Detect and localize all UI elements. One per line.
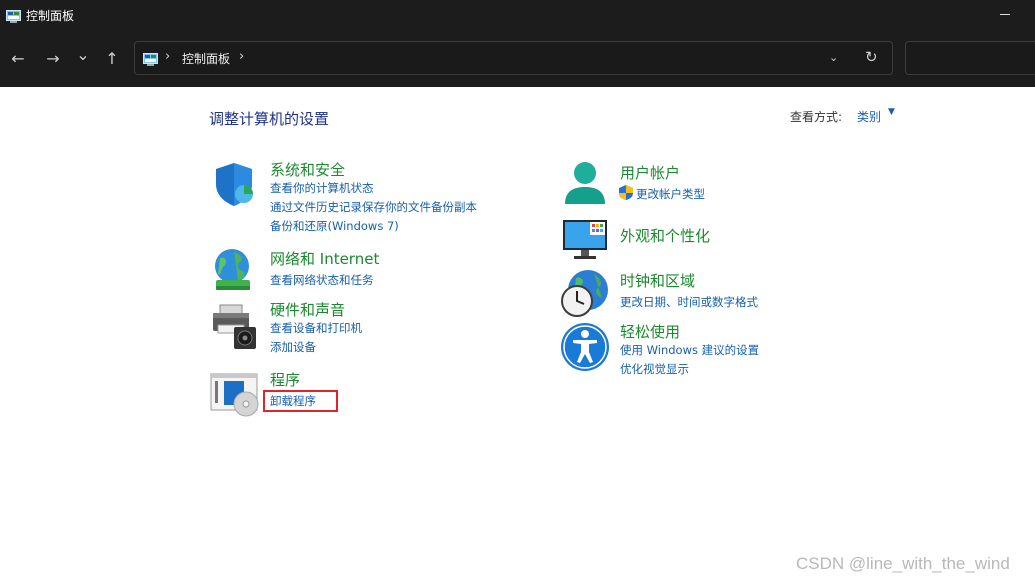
breadcrumb-control-panel[interactable]: 控制面板 [182,50,230,67]
category-network-internet[interactable]: 网络和 Internet [270,248,379,269]
link-recommended-settings[interactable]: 使用 Windows 建议的设置 [620,342,759,358]
category-system-security[interactable]: 系统和安全 [270,159,345,180]
category-appearance-personalization[interactable]: 外观和个性化 [620,225,710,246]
security-shield-icon[interactable] [210,160,258,212]
link-devices-printers[interactable]: 查看设备和打印机 [270,320,362,336]
user-accounts-icon[interactable] [561,160,609,212]
category-ease-of-access[interactable]: 轻松使用 [620,321,680,342]
link-file-history-backup[interactable]: 通过文件历史记录保存你的文件备份副本 [270,199,477,215]
link-optimize-visual-display[interactable]: 优化视觉显示 [620,361,689,377]
title-bar: 控制面板 [0,0,1035,30]
page-heading: 调整计算机的设置 [209,110,330,128]
link-change-account-type[interactable]: 更改帐户类型 [636,186,705,202]
control-panel-icon [143,51,158,70]
forward-button[interactable]: → [43,49,63,69]
monitor-personalization-icon[interactable] [562,218,610,264]
up-button[interactable]: ↑ [102,49,122,69]
programs-disc-icon[interactable] [210,372,262,422]
link-change-date-time-format[interactable]: 更改日期、时间或数字格式 [620,294,758,310]
accessibility-icon[interactable] [560,322,610,376]
address-bar[interactable]: › 控制面板 › ⌄ ↻ [134,41,893,75]
link-view-computer-status[interactable]: 查看你的计算机状态 [270,180,374,196]
back-button[interactable]: ← [8,49,28,69]
category-clock-region[interactable]: 时钟和区域 [620,270,695,291]
minimize-button[interactable] [1000,14,1010,15]
navigation-bar: ← → ⌄ ↑ › 控制面板 › ⌄ ↻ [0,30,1035,87]
watermark-text: CSDN @line_with_the_wind [796,554,1010,573]
search-input[interactable] [905,41,1035,75]
network-globe-icon[interactable] [210,246,258,298]
clock-globe-icon[interactable] [560,268,610,322]
dropdown-caret-icon[interactable]: ▼ [888,107,895,117]
link-add-device[interactable]: 添加设备 [270,339,316,355]
category-programs[interactable]: 程序 [270,369,300,390]
category-user-accounts[interactable]: 用户帐户 [620,162,680,183]
view-by-dropdown[interactable]: 类别 [857,108,881,125]
link-backup-restore[interactable]: 备份和还原(Windows 7) [270,218,399,234]
breadcrumb-separator[interactable]: › [239,49,244,64]
refresh-button[interactable]: ↻ [865,48,878,66]
category-hardware-sound[interactable]: 硬件和声音 [270,299,345,320]
breadcrumb-separator[interactable]: › [165,49,170,64]
uac-shield-icon [619,185,633,204]
printer-speaker-icon[interactable] [210,301,260,355]
link-view-network-status[interactable]: 查看网络状态和任务 [270,272,374,288]
address-history-dropdown[interactable]: ⌄ [829,51,838,64]
window-title: 控制面板 [26,9,75,23]
view-by-label: 查看方式: [790,110,843,124]
recent-locations-button[interactable]: ⌄ [73,45,93,65]
control-panel-icon [6,8,21,27]
highlight-annotation [263,390,338,412]
